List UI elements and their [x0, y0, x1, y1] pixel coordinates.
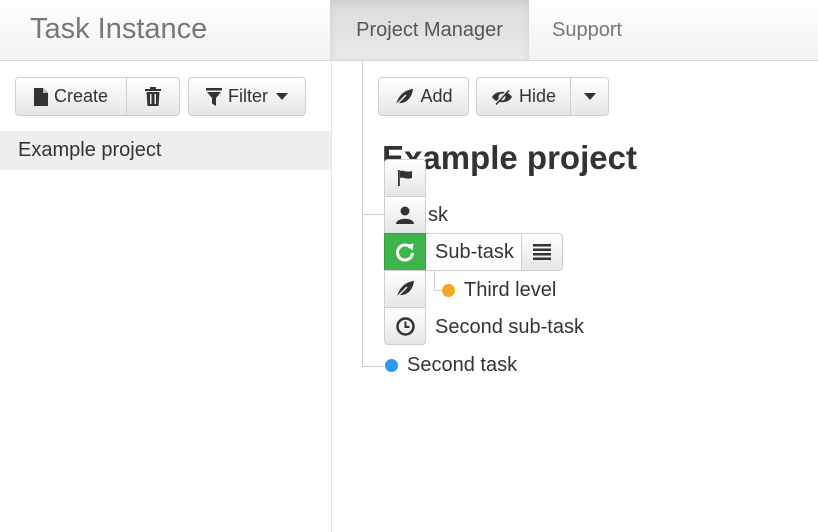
flag-button[interactable] [384, 159, 426, 197]
filter-icon [206, 87, 222, 106]
filter-button[interactable]: Filter [188, 77, 306, 116]
task-item-third-level[interactable]: Third level [464, 279, 556, 302]
list-menu-button[interactable] [521, 233, 563, 271]
top-navbar: Task Instance Project Manager Support [0, 0, 818, 61]
sub-task-item[interactable]: Sub-task [426, 233, 522, 271]
trash-icon [145, 87, 161, 106]
user-icon [396, 206, 414, 224]
tree-connector-line [362, 366, 384, 367]
app-brand[interactable]: Task Instance [30, 13, 207, 46]
flag-icon [398, 170, 412, 186]
main-content: Add Hide Example project sk Sub-task Thi… [332, 61, 818, 532]
task-item-second-task[interactable]: Second task [407, 354, 517, 377]
add-button[interactable]: Add [378, 77, 469, 116]
leaf-icon [394, 88, 414, 106]
create-label: Create [53, 86, 109, 106]
status-dot-blue [385, 359, 398, 372]
refresh-status-button[interactable] [384, 233, 426, 271]
eye-slash-icon [491, 88, 512, 105]
delete-button[interactable] [127, 77, 180, 116]
leaf-icon [395, 281, 414, 298]
tree-connector-line [434, 290, 442, 291]
tab-project-manager[interactable]: Project Manager [330, 0, 529, 60]
refresh-icon [396, 243, 414, 262]
task-item-label[interactable]: sk [428, 204, 448, 227]
leaf-button[interactable] [384, 270, 426, 308]
hide-dropdown-toggle[interactable] [571, 77, 609, 116]
clock-icon [395, 316, 415, 336]
sidebar-item-example-project[interactable]: Example project [0, 131, 331, 170]
list-icon [533, 244, 551, 260]
status-dot-orange [442, 284, 455, 297]
hide-label: Hide [518, 86, 557, 106]
assign-user-button[interactable] [384, 196, 426, 234]
sidebar: Create Filter Example project [0, 61, 332, 532]
tree-connector-line [434, 271, 435, 291]
filter-label: Filter [228, 86, 268, 106]
caret-down-icon [276, 93, 288, 100]
file-icon [33, 87, 48, 106]
create-button[interactable]: Create [15, 77, 127, 116]
tree-connector-line [362, 214, 384, 215]
caret-down-icon [583, 93, 596, 100]
add-label: Add [420, 86, 453, 106]
clock-button[interactable] [384, 307, 426, 345]
task-item-second-sub-task[interactable]: Second sub-task [435, 316, 584, 339]
hide-button[interactable]: Hide [476, 77, 571, 116]
tab-support[interactable]: Support [552, 0, 622, 60]
